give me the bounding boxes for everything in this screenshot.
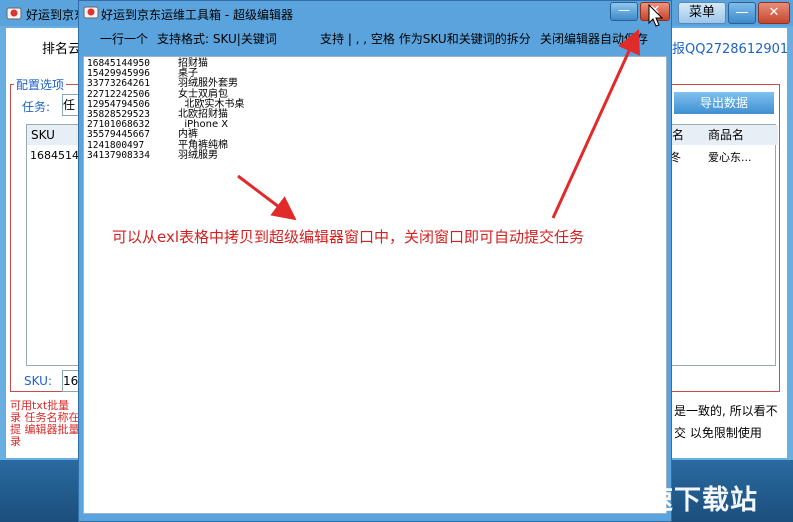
cursor-icon (648, 4, 664, 27)
arrow-to-editor-icon (237, 174, 297, 221)
arrow-to-close-icon (551, 29, 640, 219)
arrow-annotation (237, 29, 640, 221)
watermark: 极速下载站 (618, 485, 758, 516)
